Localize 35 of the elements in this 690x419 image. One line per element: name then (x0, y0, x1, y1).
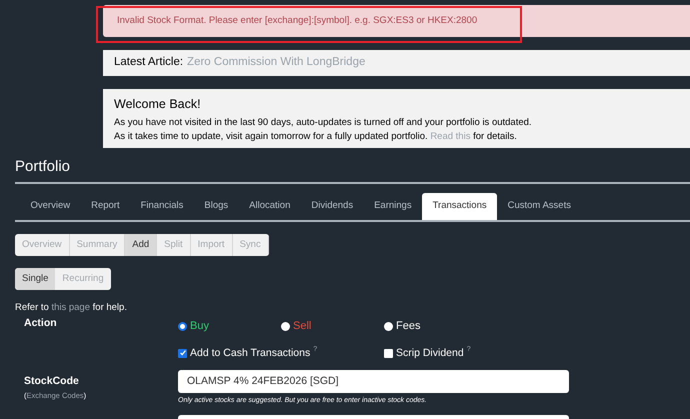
sub-tab[interactable]: Add (125, 234, 158, 256)
stock-label: StockCode (24, 374, 80, 388)
action-radio[interactable]: Fees (384, 318, 487, 334)
welcome-text: As you have not visited in the last 90 days, auto-updates is turned off and your portfolio is outdated. (114, 116, 533, 130)
action-radio[interactable]: Buy (178, 318, 281, 334)
article-label: Latest Article: (114, 55, 184, 70)
welcome-text: As it takes time to update, visit again tomorrow for a fully updated portfolio. Read this for details. (114, 130, 518, 144)
page-title: Portfolio (15, 157, 72, 177)
nav-tab[interactable]: Custom Assets (497, 193, 582, 220)
nav-tab[interactable]: Allocation (238, 193, 301, 220)
welcome-title: Welcome Back! (114, 96, 202, 113)
stock-field[interactable]: OLAMSP 4% 24FEB2026 [SGD] (178, 370, 569, 394)
help-link[interactable]: this page (51, 302, 90, 313)
action-option: Fees (396, 318, 420, 334)
nav-tab[interactable]: Report (80, 193, 130, 220)
option-label: Add to Cash Transactions (190, 346, 310, 360)
nav-tab[interactable]: Dividends (300, 193, 364, 220)
radio-icon[interactable] (281, 322, 290, 331)
radio-icon[interactable] (384, 322, 393, 331)
action-option: Buy (190, 318, 209, 334)
error-message: Invalid Stock Format. Please enter [exchange]:[symbol]. e.g. SGX:ES3 or HKEX:2800 (117, 14, 478, 28)
nav-tab[interactable]: Blogs (194, 193, 239, 220)
action-option: Sell (293, 318, 312, 334)
mode-tab[interactable]: Single (15, 268, 56, 290)
help-text: Refer to this page for help. (15, 301, 128, 315)
nav-tab[interactable]: Earnings (364, 193, 422, 220)
action-label: Action (24, 316, 58, 331)
nav-tab[interactable]: Transactions (422, 193, 498, 220)
radio-icon[interactable] (178, 322, 187, 331)
option-label: Scrip Dividend (396, 346, 464, 360)
checkbox[interactable] (384, 348, 393, 358)
nav-tab[interactable]: Financials (130, 193, 194, 220)
checkbox[interactable] (178, 348, 187, 358)
action-radio[interactable]: Sell (281, 318, 384, 334)
nav-tab[interactable]: Overview (20, 193, 81, 220)
